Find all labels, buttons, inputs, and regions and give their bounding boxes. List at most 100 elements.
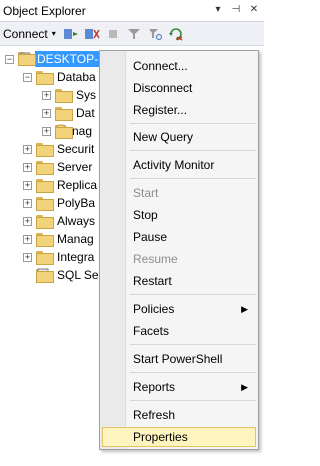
expand-icon[interactable]: +	[42, 90, 51, 100]
menu-separator	[130, 400, 256, 401]
tree-node-label: Always	[57, 214, 96, 228]
disconnect-icon[interactable]	[83, 25, 101, 43]
panel-title: Object Explorer	[3, 4, 86, 18]
menu-separator	[130, 294, 256, 295]
tree-node-replication[interactable]: + Replica	[23, 176, 99, 194]
folder-icon	[36, 197, 54, 211]
menu-item-disconnect[interactable]: Disconnect	[102, 78, 256, 98]
menu-item-label: Policies	[133, 302, 175, 316]
tree-node-label: Sys	[76, 88, 97, 102]
folder-icon	[55, 107, 73, 121]
server-icon	[18, 52, 36, 66]
submenu-arrow-icon: ▶	[241, 382, 248, 392]
server-label: DESKTOP-	[35, 51, 101, 67]
tree-node-integration-services[interactable]: + Integra	[23, 248, 96, 266]
tree-node-label: PolyBa	[57, 196, 96, 210]
menu-item-facets[interactable]: Facets	[102, 321, 256, 341]
menu-item-pause[interactable]: Pause	[102, 227, 256, 247]
stop-icon[interactable]	[104, 25, 122, 43]
tree-node-security[interactable]: + Securit	[23, 140, 96, 158]
menu-item-refresh[interactable]: Refresh	[102, 405, 256, 425]
folder-icon	[36, 233, 54, 247]
filter-icon[interactable]	[125, 25, 143, 43]
tree-node-database-snapshots[interactable]: + Dat	[42, 104, 97, 122]
folder-icon	[55, 89, 73, 103]
folder-icon	[36, 143, 54, 157]
menu-item-reports[interactable]: Reports ▶	[102, 377, 256, 397]
expand-icon[interactable]: +	[23, 234, 32, 244]
connect-object-explorer-icon[interactable]	[62, 25, 80, 43]
tree-node-management[interactable]: + Manag	[23, 230, 96, 248]
folder-icon	[36, 161, 54, 175]
expand-icon[interactable]: +	[23, 180, 32, 190]
menu-item-resume: Resume	[102, 249, 256, 269]
expand-icon[interactable]: +	[23, 162, 32, 172]
tree-node-server-objects[interactable]: + Server	[23, 158, 94, 176]
menu-item-label: Reports	[133, 380, 176, 394]
expand-icon[interactable]: +	[23, 198, 32, 208]
expand-icon[interactable]: +	[42, 126, 51, 136]
menu-item-label: New Query	[133, 130, 194, 144]
menu-item-stop[interactable]: Stop	[102, 205, 256, 225]
expand-icon[interactable]: +	[23, 252, 32, 262]
window-position-icon[interactable]: ▾	[212, 4, 224, 16]
folder-icon	[36, 71, 54, 85]
tree-node-label: SQL Se	[57, 268, 99, 282]
header-icons: ▾ ⊣ ✕	[212, 4, 260, 16]
menu-item-activity-monitor[interactable]: Activity Monitor	[102, 155, 256, 175]
folder-icon	[36, 251, 54, 265]
menu-item-label: Connect...	[133, 59, 188, 73]
menu-item-start-powershell[interactable]: Start PowerShell	[102, 349, 256, 369]
menu-item-start: Start	[102, 183, 256, 203]
tree-node-polybase[interactable]: + PolyBa	[23, 194, 97, 212]
tree-node-label: Databa	[57, 70, 96, 84]
tree-node-databases[interactable]: − Databa	[23, 68, 98, 86]
sql-agent-icon	[36, 268, 54, 283]
pin-icon[interactable]: ⊣	[230, 4, 242, 16]
tree-node-server[interactable]: − DESKTOP-	[5, 50, 101, 68]
database-icon	[55, 124, 73, 139]
menu-item-properties[interactable]: Properties	[102, 427, 256, 447]
menu-item-restart[interactable]: Restart	[102, 271, 256, 291]
menu-separator	[130, 372, 256, 373]
menu-item-new-query[interactable]: New Query	[102, 127, 256, 147]
expand-icon[interactable]: +	[42, 108, 51, 118]
collapse-icon[interactable]: −	[23, 72, 32, 82]
tree-node-label: nag	[72, 124, 93, 138]
folder-icon	[36, 179, 54, 193]
tree-node-label: Dat	[76, 106, 95, 120]
tree-node-sql-server-agent[interactable]: SQL Se	[23, 266, 101, 284]
tree-node-always-on[interactable]: + Always	[23, 212, 97, 230]
menu-item-label: Resume	[133, 252, 178, 266]
tree-node-label: Securit	[57, 142, 95, 156]
connect-label: Connect	[3, 26, 48, 41]
tree-node-system-databases[interactable]: + Sys	[42, 86, 98, 104]
menu-item-register[interactable]: Register...	[102, 100, 256, 120]
object-explorer-toolbar: Connect ▾	[0, 22, 264, 46]
folder-icon	[36, 215, 54, 229]
submenu-arrow-icon: ▶	[241, 304, 248, 314]
expand-icon[interactable]: +	[23, 144, 32, 154]
menu-item-label: Restart	[133, 274, 172, 288]
menu-item-label: Activity Monitor	[133, 158, 215, 172]
menu-item-label: Stop	[133, 208, 158, 222]
tree-node-label: Replica	[57, 178, 98, 192]
menu-item-policies[interactable]: Policies ▶	[102, 299, 256, 319]
chevron-down-icon: ▾	[51, 29, 56, 38]
menu-separator	[130, 178, 256, 179]
tree-node-database[interactable]: + nag	[42, 122, 94, 140]
filter-settings-icon[interactable]	[146, 25, 164, 43]
context-menu: Connect... Disconnect Register... New Qu…	[99, 50, 259, 450]
tree-node-label: Server	[57, 160, 93, 174]
menu-item-label: Start PowerShell	[133, 352, 223, 366]
tree-node-label: Manag	[57, 232, 94, 246]
close-icon[interactable]: ✕	[248, 4, 260, 16]
connect-dropdown-button[interactable]: Connect ▾	[3, 27, 56, 41]
refresh-icon[interactable]	[167, 25, 185, 43]
menu-separator	[130, 150, 256, 151]
collapse-icon[interactable]: −	[5, 54, 14, 64]
expand-icon[interactable]: +	[23, 216, 32, 226]
menu-item-label: Properties	[133, 430, 188, 444]
menu-item-connect[interactable]: Connect...	[102, 56, 256, 76]
menu-item-label: Pause	[133, 230, 168, 244]
